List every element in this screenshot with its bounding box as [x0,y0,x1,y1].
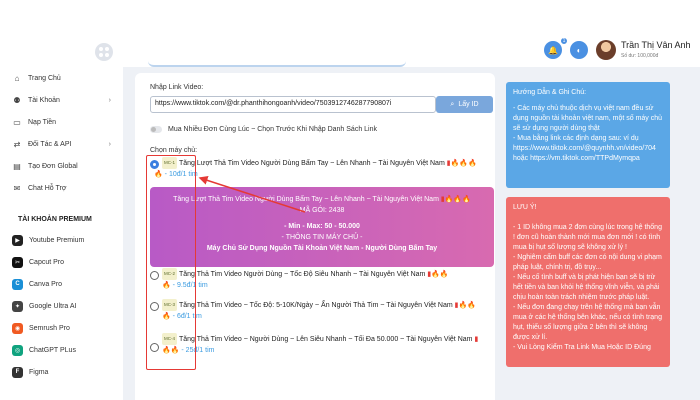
user-icon: ⚉ [13,95,21,105]
detail-title: Tăng Lượt Thả Tim Video Người Dùng Bấm T… [173,196,439,203]
sidebar: ⌂ Trang Chủ ⚉ Tài Khoản › ▭ Nạp Tiền ⇄ Đ… [0,33,123,400]
min-max-text: - Min - Max: 50 - 50.000 [284,223,360,230]
sidebar-item-figma[interactable]: F Figma [0,361,123,383]
package-code: MÃ GÓI: 2438 [299,207,345,214]
sidebar-item-google-ultra-ai[interactable]: ✦ Google Ultra AI [0,295,123,317]
sidebar-item-label: Trang Chủ [28,74,61,82]
card-top-edge [148,61,406,67]
fire-icon: 🔥🔥 [458,301,476,309]
chevron-right-icon: › [108,140,111,148]
youtube-icon: ▶ [12,234,23,246]
notification-button[interactable]: 🔔 [544,41,562,59]
sidebar-top [0,33,123,67]
fire-icon: 🔥🔥🔥 [450,159,477,167]
sidebar-item-label: Tạo Đơn Global [28,162,78,170]
fire-icon: 🔥🔥🔥 [444,196,471,203]
guide-line: - Các máy chủ thuộc dịch vụ việt nam đều… [513,105,663,132]
service-detail-box: Tăng Lượt Thả Tim Video Người Dùng Bấm T… [150,187,494,267]
sidebar-item-youtube-premium[interactable]: ▶ Youtube Premium [0,229,123,251]
get-id-button[interactable]: ⌕ Lấy ID [436,96,493,113]
guide-title: Hướng Dẫn & Ghi Chú: [513,89,587,96]
guide-line: - Mua bằng link các định dạng sau: ví dụ [513,135,639,142]
service-option-3[interactable]: MC-3 Tăng Thả Tim Video ~ Tốc Độ: 5-10K/N… [150,299,490,322]
sidebar-item-capcut-pro[interactable]: ✂ Capcut Pro [0,251,123,273]
grid-icon [99,47,109,57]
capcut-icon: ✂ [12,256,23,268]
search-icon: ⌕ [450,100,455,108]
note-line: - Vui Lòng Kiểm Tra Link Mua Hoặc ID Đún… [513,344,651,351]
sidebar-item-label: Chat Hỗ Trợ [28,184,67,192]
server-select-label: Chọn máy chủ: [150,147,198,154]
multi-order-toggle[interactable] [150,126,162,133]
sidebar-item-account[interactable]: ⚉ Tài Khoản › [0,89,123,111]
home-icon: ⌂ [14,73,20,83]
note-line: - 1 ID không mua 2 đơn cùng lúc trong hệ… [513,224,662,251]
notification-badge: 1 [560,37,568,45]
sidebar-item-global-order[interactable]: ▤ Tạo Đơn Global [0,155,123,177]
canva-icon: C [12,278,23,290]
chevron-right-icon: › [108,96,111,104]
service-title: Tăng Lượt Thả Tim Video Người Dùng Bấm T… [179,159,445,167]
sidebar-item-semrush-pro[interactable]: ◉ Semrush Pro [0,317,123,339]
figma-icon: F [12,366,23,378]
semrush-icon: ◉ [12,322,23,334]
service-title: Tăng Thả Tim Video Người Dùng ~ Tốc Độ S… [179,270,426,278]
annotation-highlight-box [146,155,196,370]
sidebar-item-label: Semrush Pro [29,324,70,332]
note-line: - Nghiêm cấm buff các đơn có nội dung vi… [513,254,662,271]
sidebar-item-topup[interactable]: ▭ Nạp Tiền [0,111,123,133]
service-title: Tăng Thả Tim Video ~ Người Dùng ~ Lên Si… [179,335,473,343]
sidebar-item-label: Nạp Tiền [28,118,57,126]
sidebar-item-canva-pro[interactable]: C Canva Pro [0,273,123,295]
sidebar-item-label: Canva Pro [29,280,63,288]
user-balance: Số dư: 100,000đ [621,53,659,59]
chat-icon: ✉ [13,183,21,193]
multi-order-label: Mua Nhiều Đơn Cùng Lúc ~ Chọn Trước Khi … [168,126,378,133]
sidebar-item-chatgpt-plus[interactable]: ◎ ChatGPT PLus [0,339,123,361]
guide-panel: Hướng Dẫn & Ghi Chú: - Các máy chủ thuộc… [506,82,670,188]
notes-title: LƯU Ý! [513,204,537,211]
store-icon: ▤ [13,161,21,171]
guide-link[interactable]: hoặc https://vm.tiktok.com/TTPdMymqpa [513,154,663,164]
sidebar-item-label: Tài Khoản [28,96,60,104]
note-line: - Nếu cố tình buff và bị phát hiện bạn s… [513,274,660,301]
page-frame: ⌂ Trang Chủ ⚉ Tài Khoản › ▭ Nạp Tiền ⇄ Đ… [0,0,700,400]
sidebar-item-label: ChatGPT PLus [29,346,76,354]
sidebar-item-support-chat[interactable]: ✉ Chat Hỗ Trợ [0,177,123,199]
get-id-label: Lấy ID [458,101,479,108]
bell-icon: 🔔 [548,45,558,55]
service-title: Tăng Thả Tim Video ~ Tốc Độ: 5-10K/Ngày … [179,301,453,309]
service-option-2[interactable]: MC-2 Tăng Thả Tim Video Người Dùng ~ Tốc … [150,268,490,291]
contrast-icon: ◐ [576,45,582,55]
sidebar-item-label: Capcut Pro [29,258,65,266]
service-option-1[interactable]: MC-1 Tăng Lượt Thả Tim Video Người Dùng B… [150,157,490,180]
server-info-heading: - THÔNG TIN MÁY CHỦ - [281,234,363,241]
sidebar-item-label: Youtube Premium [29,236,85,244]
note-line: - Nếu đơn đang chạy trên hệ thống mà bạn… [513,304,662,341]
fire-icon: 🔥🔥 [431,270,449,278]
sidebar-item-label: Figma [29,368,49,376]
vietnam-flag-icon: ▮ [474,335,479,343]
card-icon: ▭ [13,117,21,127]
chatgpt-icon: ◎ [12,344,23,356]
guide-link[interactable]: https://www.tiktok.com/@quynhh.vn/video/… [513,144,663,154]
premium-section-title: TÀI KHOẢN PREMIUM [18,215,92,223]
sidebar-item-label: Đối Tác & API [28,140,72,148]
notes-panel: LƯU Ý! - 1 ID không mua 2 đơn cùng lúc t… [506,197,670,367]
avatar[interactable] [596,40,616,60]
theme-toggle-button[interactable]: ◐ [570,41,588,59]
link-label: Nhập Link Video: [150,84,204,91]
api-icon: ⇄ [13,139,21,149]
sidebar-item-home[interactable]: ⌂ Trang Chủ [0,67,123,89]
sidebar-item-partner-api[interactable]: ⇄ Đối Tác & API › [0,133,123,155]
server-description: Máy Chủ Sử Dụng Nguồn Tài Khoản Việt Nam… [206,245,438,252]
service-option-4[interactable]: MC-4 Tăng Thả Tim Video ~ Người Dùng ~ Lê… [150,333,490,356]
video-link-input[interactable]: https://www.tiktok.com/@dr.phanthihongoa… [150,96,436,113]
sidebar-item-label: Google Ultra AI [29,302,77,310]
user-name[interactable]: Trần Thị Vân Anh [621,40,691,50]
menu-grid-button[interactable] [95,43,113,61]
google-ai-icon: ✦ [12,300,23,312]
